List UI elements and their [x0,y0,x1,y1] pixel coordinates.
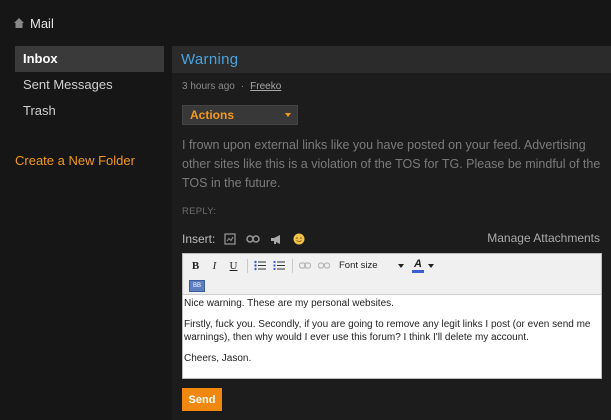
toolbar-row: BB [187,277,597,294]
editor-toolbar: B I U Font size A BB [183,254,601,295]
numbered-list-icon[interactable] [270,257,287,274]
chevron-down-icon [285,113,291,117]
reply-label: REPLY: [182,206,217,217]
link-insert-icon[interactable] [296,257,313,274]
app-title: Mail [30,15,54,31]
editor-paragraph: Firstly, fuck you. Secondly, if you are … [184,319,591,343]
editor-paragraph: Nice warning. These are my personal webs… [184,298,394,309]
unlink-icon[interactable] [315,257,332,274]
italic-button[interactable]: I [206,257,223,274]
author-link[interactable]: Freeko [250,81,281,92]
font-size-select[interactable]: Font size [336,258,408,274]
chevron-down-icon [428,263,434,268]
sidebar-item-sent-messages[interactable]: Sent Messages [15,72,164,98]
home-icon [14,18,24,28]
message-title: Warning [181,51,239,68]
text-color-button[interactable]: A [412,258,434,274]
sidebar-item-inbox[interactable]: Inbox [15,46,164,72]
font-size-label: Font size [339,260,378,271]
message-header: Warning [172,46,611,73]
image-icon[interactable] [223,232,237,246]
sidebar-item-trash[interactable]: Trash [15,98,164,124]
bullet-list-icon[interactable] [251,257,268,274]
actions-dropdown[interactable]: Actions [182,105,298,125]
smiley-icon[interactable] [292,232,306,246]
bbcode-toggle-button[interactable]: BB [189,279,205,292]
message-time: 3 hours ago [182,81,235,92]
text-color-label: A [412,258,424,273]
message-panel: Warning 3 hours ago · Freeko Actions I fro… [172,46,611,420]
underline-button[interactable]: U [225,257,242,274]
megaphone-icon[interactable] [269,232,283,246]
bold-button[interactable]: B [187,257,204,274]
message-meta: 3 hours ago · Freeko [182,81,281,92]
app-header: Mail [14,14,54,32]
editor-content[interactable]: Nice warning. These are my personal webs… [183,295,601,375]
link-icon[interactable] [246,232,261,246]
message-body: I frown upon external links like you hav… [182,138,601,190]
chevron-down-icon [398,263,404,268]
sidebar: Inbox Sent Messages Trash [15,46,164,124]
meta-separator: · [240,81,245,92]
insert-row: Insert: Manage Attachments [182,231,600,247]
toolbar-row: B I U Font size A [187,257,597,274]
toolbar-divider [292,258,293,273]
actions-label: Actions [190,108,235,122]
toolbar-divider [247,258,248,273]
insert-label: Insert: [182,232,216,246]
reply-editor[interactable]: B I U Font size A BB Nice warning. These… [182,253,602,379]
manage-attachments-link[interactable]: Manage Attachments [487,231,600,245]
create-new-folder-link[interactable]: Create a New Folder [15,153,135,168]
send-button[interactable]: Send [182,388,222,411]
editor-paragraph: Cheers, Jason. [184,353,252,364]
